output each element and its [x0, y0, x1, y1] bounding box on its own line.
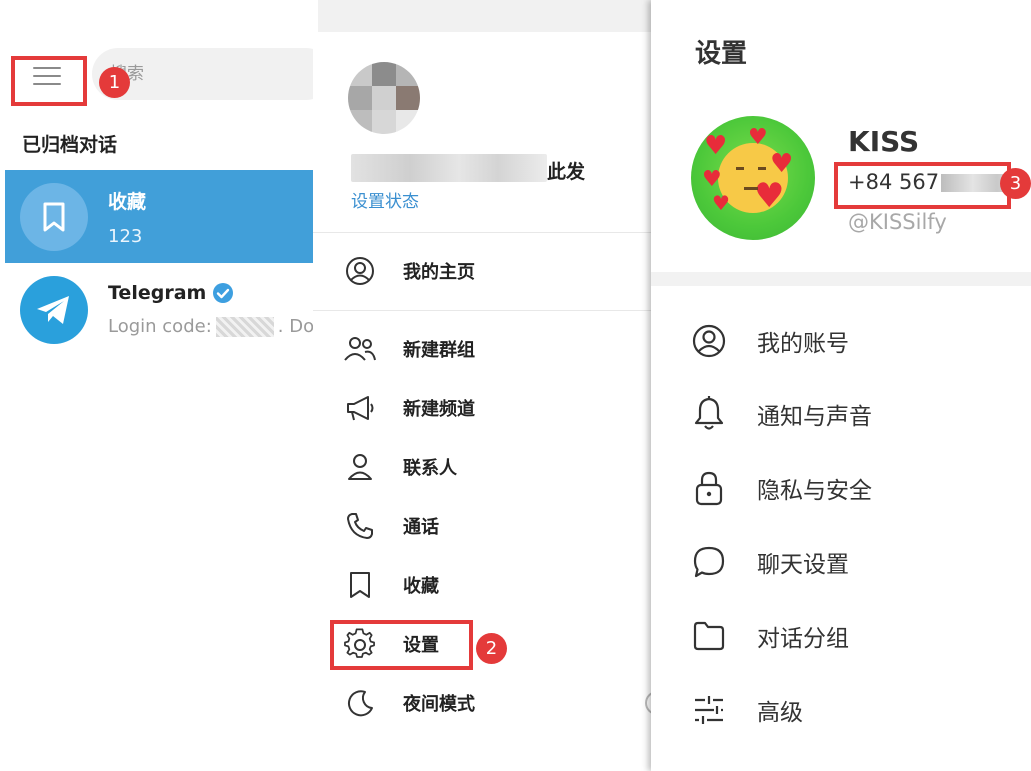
- username[interactable]: @KISSilfy: [848, 210, 947, 234]
- settings-item-my-account[interactable]: 我的账号: [651, 311, 1031, 371]
- redacted-code: [215, 317, 274, 337]
- divider: [313, 310, 655, 311]
- annotation-box-phone: [834, 162, 1011, 209]
- avatar: [20, 275, 88, 344]
- divider: [313, 232, 655, 233]
- settings-item-chat-folders[interactable]: 对话分组: [651, 606, 1031, 666]
- redacted-profile-name: [351, 154, 547, 182]
- chat-item-favorites[interactable]: 收藏 123: [5, 170, 318, 263]
- chat-name: 收藏: [108, 190, 147, 213]
- profile-name: KISS: [848, 125, 920, 158]
- group-icon: [343, 332, 377, 366]
- user-circle-icon: [343, 254, 377, 288]
- sliders-icon: [689, 690, 729, 730]
- menu-item-calls[interactable]: 通话: [313, 501, 655, 551]
- moon-icon: [343, 686, 377, 720]
- contact-icon: [343, 450, 377, 484]
- folder-icon: [689, 616, 729, 656]
- chat-preview: Login code:. Do n: [108, 316, 318, 337]
- page-title: 设置: [695, 39, 748, 69]
- chat-name: Telegram: [108, 282, 207, 304]
- settings-item-notifications[interactable]: 通知与声音: [651, 384, 1031, 444]
- telegram-plane-icon: [37, 295, 69, 324]
- menu-item-new-group[interactable]: 新建群组: [313, 324, 655, 374]
- menu-item-my-profile[interactable]: 我的主页: [313, 246, 655, 296]
- set-status-link[interactable]: 设置状态: [351, 187, 419, 212]
- bookmark-icon: [43, 202, 65, 231]
- annotation-box-menu: [11, 56, 87, 106]
- chat-preview: 123: [108, 225, 143, 247]
- settings-panel: 设置 ♥ ♥ ♥ ♥ ♥ ♥ KISS +84 567 @KISSilfy 我的…: [651, 0, 1031, 771]
- annotation-badge-1: 1: [99, 67, 130, 98]
- chat-item-telegram[interactable]: Telegram Login code:. Do n: [5, 263, 318, 356]
- section-separator: [651, 272, 1031, 286]
- archived-chats-title: 已归档对话: [22, 134, 118, 156]
- settings-item-advanced[interactable]: 高级: [651, 680, 1031, 740]
- chat-bubble-icon: [689, 542, 729, 582]
- profile-avatar-large[interactable]: ♥ ♥ ♥ ♥ ♥ ♥: [691, 116, 815, 240]
- menu-item-new-channel[interactable]: 新建频道: [313, 383, 655, 433]
- annotation-badge-2: 2: [476, 633, 507, 664]
- menu-item-saved[interactable]: 收藏: [313, 560, 655, 610]
- profile-name-suffix: 此发: [547, 161, 586, 183]
- profile-avatar[interactable]: [348, 62, 420, 134]
- user-circle-icon: [689, 321, 729, 361]
- menu-item-contacts[interactable]: 联系人: [313, 442, 655, 492]
- chat-list-panel: 已归档对话 收藏 123 Telegram Login code:. Do n: [0, 0, 332, 771]
- bookmark-icon: [343, 568, 377, 602]
- emoji-face-with-hearts-icon: ♥ ♥ ♥ ♥ ♥ ♥: [702, 125, 794, 216]
- megaphone-icon: [343, 391, 377, 425]
- annotation-box-settings: [330, 620, 473, 670]
- phone-icon: [343, 509, 377, 543]
- bell-icon: [689, 394, 729, 434]
- lock-icon: [689, 468, 729, 508]
- avatar: [20, 182, 88, 251]
- settings-item-privacy[interactable]: 隐私与安全: [651, 458, 1031, 518]
- annotation-badge-3: 3: [1000, 168, 1031, 199]
- verified-badge-icon: [213, 283, 234, 303]
- settings-item-chat-settings[interactable]: 聊天设置: [651, 532, 1031, 592]
- menu-item-night-mode[interactable]: 夜间模式: [313, 678, 659, 728]
